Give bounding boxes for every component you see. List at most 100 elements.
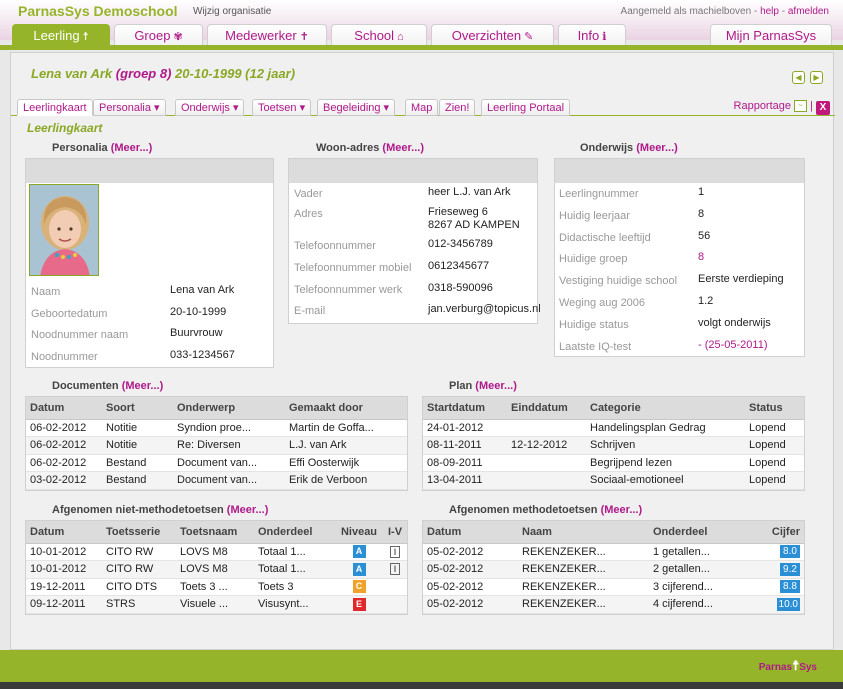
help-link[interactable]: help [760, 6, 779, 17]
vader-label: Vader [294, 188, 323, 200]
huidige-groep-link[interactable]: 8 [698, 251, 704, 263]
subtab-leerlingkaart[interactable]: Leerlingkaart [17, 99, 93, 116]
table-cell: 10-01-2012 [26, 560, 102, 579]
table-row[interactable]: 05-02-2012 REKENZEKER... 4 cijferend... 10.… [423, 595, 804, 614]
table-row[interactable]: 08-09-2011 Begrijpend lezen Lopend [423, 454, 804, 472]
subtab-toetsen[interactable]: Toetsen ▾ [252, 99, 312, 116]
table-cell: 19-12-2011 [26, 578, 102, 596]
card-title-text: Documenten [52, 380, 119, 392]
email-value: jan.verburg@topicus.nl [428, 303, 541, 315]
table-row[interactable]: 06-02-2012 Bestand Document van... Effi Oos… [26, 454, 407, 472]
card-title-text: Plan [449, 380, 473, 392]
table-row[interactable]: 24-01-2012 Handelingsplan Gedrag Lopend [423, 419, 804, 437]
plan-table: Startdatum Einddatum Categorie Status 24… [422, 396, 805, 491]
column-header[interactable]: Onderdeel [254, 521, 335, 544]
methodetoetsen-meer-link[interactable]: (Meer...) [601, 504, 643, 516]
column-header[interactable]: Datum [26, 397, 102, 420]
tab-label: School [354, 28, 395, 43]
column-header[interactable]: Gemaakt door [285, 397, 407, 420]
table-cell: Handelingsplan Gedrag [586, 419, 745, 437]
subtab-zien[interactable]: Zien! [439, 99, 476, 116]
rapportage-link[interactable]: Rapportage ~ | [734, 100, 813, 113]
tab-medewerker[interactable]: Medewerker ✝ [207, 24, 327, 46]
column-header[interactable]: Niveau [335, 521, 383, 544]
table-row[interactable]: 05-02-2012 REKENZEKER... 3 cijferend... 8.8 [423, 578, 804, 596]
logout-link[interactable]: afmelden [788, 6, 829, 17]
change-organisation-link[interactable]: Wijzig organisatie [193, 6, 271, 17]
table-row[interactable]: 09-12-2011 STRS Visuele ... Visusynt... E [26, 595, 407, 614]
column-header[interactable]: Categorie [586, 397, 745, 420]
table-cell: LOVS M8 [176, 543, 254, 561]
iv-cell [383, 595, 407, 614]
table-row[interactable]: 06-02-2012 Notitie Syndion proe... Martin d… [26, 419, 407, 437]
table-cell: Totaal 1... [254, 560, 335, 579]
table-row[interactable]: 10-01-2012 CITO RW LOVS M8 Totaal 1... A I [26, 543, 407, 561]
column-header[interactable]: Toetsnaam [176, 521, 254, 544]
telefoon-mobiel-label: Telefoonnummer mobiel [294, 262, 412, 274]
table-cell: 2 getallen... [649, 560, 756, 579]
niet-methodetoetsen-meer-link[interactable]: (Meer...) [227, 504, 269, 516]
laatste-iq-test-link[interactable]: - (25-05-2011) [698, 339, 768, 351]
table-row[interactable]: 13-04-2011 Sociaal-emotioneel Lopend [423, 471, 804, 490]
column-header[interactable]: Startdatum [423, 397, 507, 420]
separator: | [810, 100, 813, 112]
tab-mijn-parnassys[interactable]: Mijn ParnasSys [710, 24, 832, 46]
table-row[interactable]: 19-12-2011 CITO DTS Toets 3 ... Toets 3 C [26, 578, 407, 596]
column-header[interactable]: Datum [26, 521, 102, 544]
tab-label: Mijn ParnasSys [725, 28, 817, 43]
cijfer-cell: 8.8 [756, 578, 804, 596]
cijfer-badge: 9.2 [780, 562, 800, 576]
column-header[interactable]: Naam [518, 521, 649, 544]
column-header[interactable]: Cijfer [756, 521, 804, 544]
column-header[interactable]: Soort [102, 397, 173, 420]
onderwijs-meer-link[interactable]: (Meer...) [636, 142, 678, 154]
close-icon[interactable]: X [816, 101, 830, 115]
table-row[interactable]: 03-02-2012 Bestand Document van... Erik de … [26, 471, 407, 490]
school-icon: ⌂ [397, 31, 404, 43]
cijfer-cell: 10.0 [756, 595, 804, 614]
plan-title: Plan (Meer...) [449, 380, 517, 392]
column-header[interactable]: Datum [423, 521, 518, 544]
personalia-meer-link[interactable]: (Meer...) [111, 142, 153, 154]
tab-leerling[interactable]: Leerling ☨ [12, 24, 110, 46]
column-header[interactable]: Status [745, 397, 804, 420]
table-cell: Schrijven [586, 436, 745, 455]
documenten-title: Documenten (Meer...) [52, 380, 163, 392]
table-row[interactable]: 05-02-2012 REKENZEKER... 1 getallen... 8.0 [423, 543, 804, 561]
chart-icon[interactable]: ~ [794, 100, 808, 113]
previous-student-icon[interactable]: ◀ [792, 71, 805, 84]
table-cell: 05-02-2012 [423, 543, 518, 561]
column-header[interactable]: Toetsserie [102, 521, 176, 544]
column-header[interactable]: Onderdeel [649, 521, 756, 544]
tab-groep[interactable]: Groep ✾ [114, 24, 203, 46]
subtab-map[interactable]: Map [405, 99, 439, 116]
next-student-icon[interactable]: ▶ [810, 71, 823, 84]
column-header[interactable]: I-V [383, 521, 407, 544]
subtab-leerling-portaal[interactable]: Leerling Portaal [481, 99, 571, 116]
card-header [289, 159, 537, 183]
table-row[interactable]: 06-02-2012 Notitie Re: Diversen L.J. van Ar… [26, 436, 407, 455]
table-row[interactable]: 08-11-2011 12-12-2012 Schrijven Lopend [423, 436, 804, 455]
plan-meer-link[interactable]: (Meer...) [475, 380, 517, 392]
student-photo [29, 184, 99, 276]
woonadres-meer-link[interactable]: (Meer...) [382, 142, 424, 154]
table-cell: Sociaal-emotioneel [586, 471, 745, 490]
tab-overzichten[interactable]: Overzichten ✎ [431, 24, 554, 46]
documenten-meer-link[interactable]: (Meer...) [122, 380, 164, 392]
column-header[interactable]: Onderwerp [173, 397, 285, 420]
subtab-onderwijs[interactable]: Onderwijs ▾ [175, 99, 245, 116]
subtab-begeleiding[interactable]: Begeleiding ▾ [317, 99, 396, 116]
photo-image [30, 185, 98, 275]
table-cell: 03-02-2012 [26, 471, 102, 490]
column-header[interactable]: Einddatum [507, 397, 586, 420]
tab-info[interactable]: Info ℹ [558, 24, 626, 46]
subtab-personalia[interactable]: Personalia ▾ [93, 99, 166, 116]
telefoon-mobiel-value: 0612345677 [428, 260, 490, 272]
table-row[interactable]: 10-01-2012 CITO RW LOVS M8 Totaal 1... A I [26, 560, 407, 579]
table-cell: 06-02-2012 [26, 419, 102, 437]
table-row[interactable]: 05-02-2012 REKENZEKER... 2 getallen... 9.2 [423, 560, 804, 579]
table-cell: Lopend [745, 471, 804, 490]
tab-school[interactable]: School ⌂ [331, 24, 427, 46]
table-cell: Notitie [102, 419, 173, 437]
parnassys-logo: Parnas☨Sys [759, 658, 817, 674]
